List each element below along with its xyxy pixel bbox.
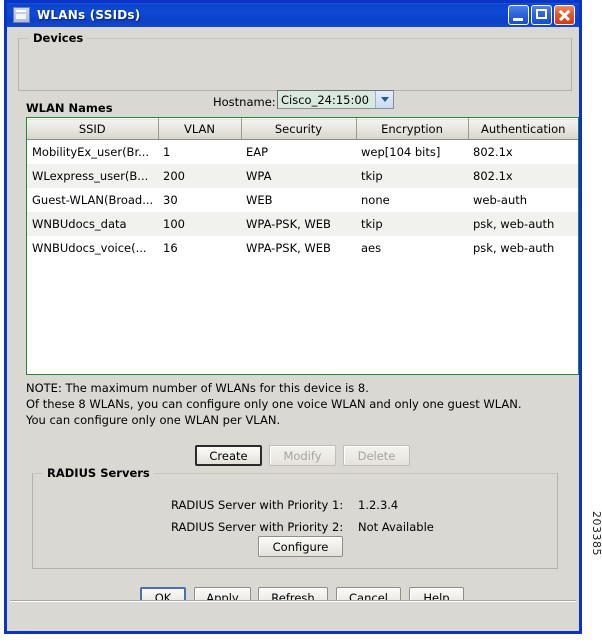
- cell-encryption: wep[104 bits]: [356, 139, 468, 164]
- cell-security: WPA-PSK, WEB: [241, 235, 356, 260]
- status-bar: [10, 600, 576, 628]
- hostname-select[interactable]: Cisco_24:15:00: [277, 90, 394, 109]
- column-header-encryption[interactable]: Encryption: [356, 118, 469, 140]
- radius-priority-1-label: RADIUS Server with Priority 1:: [171, 498, 344, 512]
- column-header-ssid[interactable]: SSID: [27, 118, 159, 140]
- table-row[interactable]: Guest-WLAN(Broad... 30 WEB none web-auth: [27, 187, 578, 212]
- cell-authentication: web-auth: [468, 187, 578, 212]
- cell-authentication: psk, web-auth: [468, 211, 578, 236]
- devices-group-title: Devices: [29, 31, 88, 45]
- chevron-down-icon: [375, 91, 393, 108]
- minimize-button[interactable]: [508, 5, 529, 25]
- table-header-row: SSID VLAN Security Encryption Authentica…: [27, 118, 578, 140]
- window-title: WLANs (SSIDs): [37, 8, 141, 22]
- table-row[interactable]: WLexpress_user(B... 200 WPA tkip 802.1x: [27, 163, 578, 188]
- cell-encryption: tkip: [356, 163, 468, 188]
- cell-security: WEB: [241, 187, 356, 212]
- dialog-client-area: Devices Hostname: Cisco_24:15:00 WLAN Na…: [7, 27, 579, 631]
- devices-group: Devices: [18, 31, 572, 91]
- cell-authentication: 802.1x: [468, 139, 578, 164]
- wlan-names-title: WLAN Names: [26, 101, 113, 115]
- hostname-select-value: Cisco_24:15:00: [278, 91, 375, 108]
- cell-ssid: MobilityEx_user(Br...: [27, 139, 158, 164]
- table-row[interactable]: WNBUdocs_voice(... 16 WPA-PSK, WEB aes p…: [27, 235, 578, 260]
- cell-vlan: 16: [158, 235, 241, 260]
- cell-ssid: Guest-WLAN(Broad...: [27, 187, 158, 212]
- cell-ssid: WNBUdocs_voice(...: [27, 235, 158, 260]
- radius-priority-1-value: 1.2.3.4: [358, 498, 399, 512]
- screenshot-root: WLANs (SSIDs) Devices Hostname: Cisco_24…: [0, 0, 602, 642]
- create-button[interactable]: Create: [195, 445, 262, 466]
- radius-priority-2-value: Not Available: [358, 520, 434, 534]
- figure-watermark: 203385: [590, 511, 602, 556]
- window-controls: [508, 5, 575, 25]
- note-line-3: You can configure only one WLAN per VLAN…: [26, 413, 281, 427]
- cell-vlan: 200: [158, 163, 241, 188]
- cell-security: WPA: [241, 163, 356, 188]
- radius-servers-group-title: RADIUS Servers: [43, 466, 154, 480]
- cell-encryption: aes: [356, 235, 468, 260]
- title-bar: WLANs (SSIDs): [7, 0, 579, 27]
- hostname-label: Hostname:: [213, 95, 276, 109]
- column-header-vlan[interactable]: VLAN: [158, 118, 242, 140]
- column-header-security[interactable]: Security: [241, 118, 357, 140]
- delete-button[interactable]: Delete: [343, 445, 410, 466]
- table-row[interactable]: MobilityEx_user(Br... 1 EAP wep[104 bits…: [27, 139, 578, 164]
- cell-authentication: 802.1x: [468, 163, 578, 188]
- close-button[interactable]: [554, 5, 575, 25]
- cell-authentication: psk, web-auth: [468, 235, 578, 260]
- wlan-names-table[interactable]: SSID VLAN Security Encryption Authentica…: [26, 117, 579, 375]
- cell-vlan: 1: [158, 139, 241, 164]
- cell-vlan: 100: [158, 211, 241, 236]
- cell-ssid: WLexpress_user(B...: [27, 163, 158, 188]
- cell-security: WPA-PSK, WEB: [241, 211, 356, 236]
- table-row[interactable]: WNBUdocs_data 100 WPA-PSK, WEB tkip psk,…: [27, 211, 578, 236]
- radius-priority-2-label: RADIUS Server with Priority 2:: [171, 520, 344, 534]
- modify-button[interactable]: Modify: [269, 445, 336, 466]
- cell-encryption: none: [356, 187, 468, 212]
- window-icon: [13, 7, 30, 23]
- column-header-authentication[interactable]: Authentication: [468, 118, 578, 140]
- configure-button[interactable]: Configure: [258, 536, 343, 557]
- maximize-button[interactable]: [531, 5, 552, 25]
- cell-ssid: WNBUdocs_data: [27, 211, 158, 236]
- wlan-grid: SSID VLAN Security Encryption Authentica…: [27, 118, 578, 260]
- note-line-1: NOTE: The maximum number of WLANs for th…: [26, 381, 369, 395]
- cell-security: EAP: [241, 139, 356, 164]
- note-line-2: Of these 8 WLANs, you can configure only…: [26, 397, 522, 411]
- wlans-dialog-window: WLANs (SSIDs) Devices Hostname: Cisco_24…: [4, 0, 582, 634]
- cell-vlan: 30: [158, 187, 241, 212]
- cell-encryption: tkip: [356, 211, 468, 236]
